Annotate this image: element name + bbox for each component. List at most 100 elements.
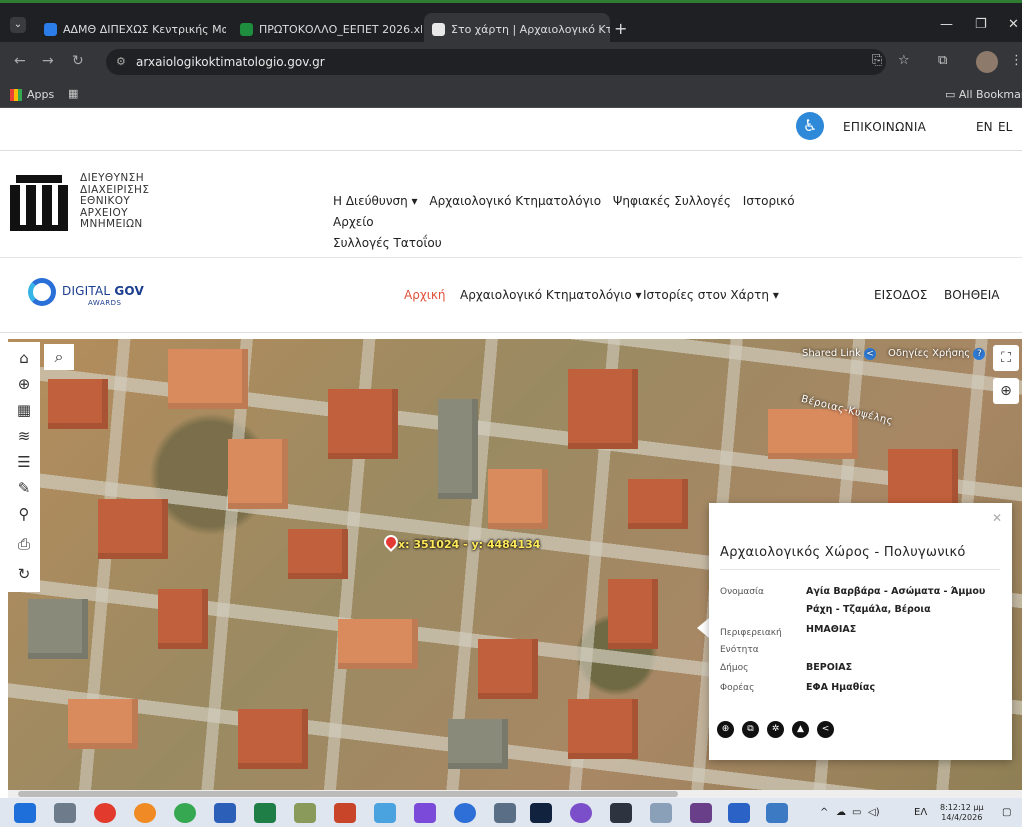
nav-login[interactable]: ΕΙΣΟΔΟΣ [874,288,927,302]
browser-menu-icon[interactable]: ⋮ [1010,53,1022,68]
maximize-icon[interactable]: ❐ [975,17,987,32]
tab-groups-icon[interactable]: ▦ [68,87,78,100]
apps-grid-icon [10,88,22,101]
windows-start-icon[interactable] [14,803,36,823]
site-info-icon[interactable]: ⚙ [116,49,126,75]
file-explorer-icon[interactable] [54,803,76,823]
url-field[interactable]: ⚙ arxaiologikoktimatologio.gov.gr [106,49,886,75]
network-icon[interactable]: ▭ [852,807,861,818]
back-icon[interactable]: ← [14,53,26,69]
paint-icon[interactable] [374,803,396,823]
close-window-icon[interactable]: ✕ [1008,17,1019,32]
ministry-logo[interactable] [10,175,68,233]
powerpoint-icon[interactable] [334,803,356,823]
logo-column [42,185,52,225]
shared-link-label: Shared Link [802,348,861,359]
system-clock[interactable]: 8:12:12 μμ 14/4/2026 [940,803,984,823]
layers-icon[interactable]: ≋ [14,426,34,446]
locate-icon[interactable]: ⊕ [14,374,34,394]
minimize-icon[interactable]: — [940,17,953,32]
browser-tab-bar: ⌄ ΑΔΜΘ ΔΙΠΕΧΩΣ Κεντρικής Μα ✕ ΠΡΩΤΟΚΟΛΛΟ… [0,0,1022,45]
popup-divider [720,569,1000,570]
tab-search-icon[interactable]: ⌄ [10,17,26,33]
browser-tab[interactable]: ΠΡΩΤΟΚΟΛΛΟ_ΕΕΠΕΤ 2026.xls ✕ [232,17,422,41]
share-feature-icon[interactable]: < [817,721,834,738]
scanner-icon[interactable] [650,803,672,823]
scrollbar-thumb[interactable] [18,791,678,797]
excel-icon[interactable] [254,803,276,823]
logo-column [26,185,36,225]
popup-value-name: Αγία Βαρβάρα - Ασώματα - Άμμου Ράχη - Τζ… [806,586,986,615]
steam-icon[interactable] [610,803,632,823]
browser-tab-active[interactable]: Στο χάρτη | Αρχαιολογικό Κτη ✕ [424,13,610,45]
extensions-icon[interactable]: ⧉ [938,53,947,68]
all-bookmarks[interactable]: ▭ All Bookmarks [945,88,1022,101]
reload-icon[interactable]: ↻ [72,53,84,69]
notifications-icon[interactable]: ▢ [1002,807,1011,818]
nav-cadastre-menu[interactable]: Αρχαιολογικό Κτηματολόγιο ▾ [460,288,642,302]
popup-value-region: ΗΜΑΘΙΑΣ [806,624,857,635]
shared-link[interactable]: Shared Link < [802,348,877,360]
tray-expand-icon[interactable]: ^ [820,807,828,818]
remote-desktop-icon[interactable] [766,803,788,823]
nav-digital-collections[interactable]: Ψηφιακές Συλλογές [613,194,731,208]
photoshop-icon[interactable] [530,803,552,823]
onedrive-icon[interactable]: ☁ [836,807,846,818]
chrome-icon[interactable] [174,803,196,823]
power-app-icon[interactable] [94,803,116,823]
translate-icon[interactable]: ⎘ [872,53,882,68]
measure-feature-icon[interactable]: ✲ [767,721,784,738]
accessibility-icon[interactable]: ♿ [796,112,824,140]
measure-icon[interactable]: ✎ [14,478,34,498]
mountain-icon[interactable]: ▲ [792,721,809,738]
contact-link[interactable]: ΕΠΙΚΟΙΝΩΝΙΑ [843,120,926,134]
browser-tab[interactable]: ΑΔΜΘ ΔΙΠΕΧΩΣ Κεντρικής Μα ✕ [36,17,226,41]
home-view-icon[interactable]: ⌂ [14,348,34,368]
forward-icon[interactable]: → [42,53,54,69]
tab-favicon-icon [240,22,253,36]
profile-avatar[interactable] [976,51,998,73]
legend-icon[interactable]: ☰ [14,452,34,472]
nav-tatoi-collections[interactable]: Συλλογές Τατοΐου [333,236,442,250]
nav-directorate[interactable]: Η Διεύθυνση ▾ [333,194,418,208]
clock-date: 14/4/2026 [941,813,983,822]
zoom-app-icon[interactable] [454,803,476,823]
nav-help[interactable]: ΒΟΗΘΕΙΑ [944,288,999,302]
calculator-icon[interactable] [494,803,516,823]
copy-icon[interactable]: ⧉ [742,721,759,738]
digital-gov-logo-icon[interactable] [28,278,56,306]
bookmark-star-icon[interactable]: ☆ [898,53,910,68]
firefox-icon[interactable] [134,803,156,823]
help-icon: ? [973,348,986,360]
horizontal-scrollbar[interactable] [8,790,1022,798]
usage-guide[interactable]: Οδηγίες Χρήσης ? [888,348,986,360]
os-taskbar: ^ ☁ ▭ ◁) ΕΛ ▢ [0,798,1022,827]
lang-en-link[interactable]: EN [976,120,993,134]
zoom-to-icon[interactable]: ⊕ [993,378,1019,404]
nav-archaeological-cadastre[interactable]: Αρχαιολογικό Κτηματολόγιο [429,194,601,208]
pen-icon[interactable] [414,803,436,823]
refresh-map-icon[interactable]: ↻ [14,564,34,584]
print-icon[interactable]: ⎙ [14,534,34,554]
input-language[interactable]: ΕΛ [914,807,927,818]
word-icon[interactable] [214,803,236,823]
media-app-icon[interactable] [690,803,712,823]
volume-icon[interactable]: ◁) [868,807,880,818]
nav-home[interactable]: Αρχική [404,288,446,302]
map-pin-tool-icon[interactable]: ⚲ [14,504,34,524]
viber-icon[interactable] [570,803,592,823]
apps-bookmark[interactable]: Apps [10,88,54,101]
lang-el-link[interactable]: EL [998,120,1012,134]
popup-label-authority: Φορέας [720,683,755,693]
basemap-icon[interactable]: ▦ [14,400,34,420]
map-search-icon[interactable]: ⌕ [44,344,74,370]
fullscreen-icon[interactable]: ⛶ [993,345,1019,371]
word-doc-icon[interactable] [728,803,750,823]
nav-map-stories-menu[interactable]: Ιστορίες στον Χάρτη ▾ [643,288,779,302]
new-tab-button[interactable]: + [614,19,627,38]
popup-actions: ⊕ ⧉ ✲ ▲ < [717,721,834,738]
popup-close-icon[interactable]: ✕ [992,511,1002,525]
zoom-to-feature-icon[interactable]: ⊕ [717,721,734,738]
photos-icon[interactable] [294,803,316,823]
logo-column [58,185,68,225]
